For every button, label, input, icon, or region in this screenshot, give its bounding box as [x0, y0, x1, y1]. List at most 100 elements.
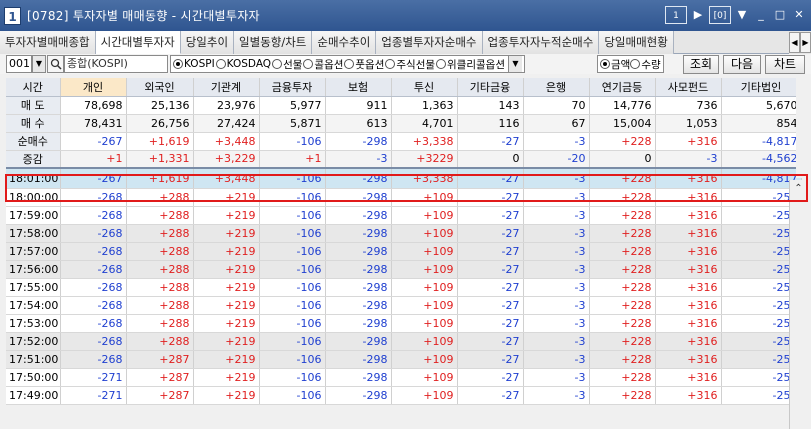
summary-cell: 78,431: [60, 114, 127, 133]
tab-scroll-left-icon[interactable]: ◀: [789, 32, 800, 53]
next-window-icon[interactable]: ▶: [690, 6, 706, 24]
table-row[interactable]: 17:52:00 -268 +288 +219 -106 -298 +109 -27 -3 +22…: [6, 332, 802, 351]
menu-down-icon[interactable]: ▼: [734, 6, 750, 24]
table-row[interactable]: 17:49:00 -271 +287 +219 -106 -298 +109 -27 -3 +22…: [6, 386, 802, 405]
column-header-0[interactable]: 시간: [6, 78, 61, 97]
summary-cell: 70: [523, 96, 590, 115]
index-code-input[interactable]: 001: [6, 55, 32, 73]
table-row[interactable]: 17:59:00 -268 +288 +219 -106 -298 +109 -27 -3 +22…: [6, 206, 802, 225]
value-cell: -267: [60, 167, 127, 189]
radio-icon[interactable]: [436, 59, 447, 69]
tab-3[interactable]: 일별동향/차트: [234, 31, 313, 54]
market-dropdown-icon[interactable]: ▼: [507, 56, 522, 72]
column-header-1[interactable]: 개인: [60, 78, 127, 97]
table-row[interactable]: 17:55:00 -268 +288 +219 -106 -298 +109 -27 -3 +22…: [6, 278, 802, 297]
summary-cell: 0: [457, 150, 524, 169]
vertical-scrollbar[interactable]: ⌃: [789, 180, 807, 429]
summary-label: 매 도: [6, 96, 61, 115]
table-row[interactable]: 17:57:00 -268 +288 +219 -106 -298 +109 -27 -3 +22…: [6, 242, 802, 261]
summary-cell: 911: [325, 96, 392, 115]
minimize-icon[interactable]: _: [753, 6, 769, 24]
summary-cell: +3,338: [391, 132, 458, 151]
tab-5[interactable]: 업종별투자자순매수: [376, 31, 483, 54]
close-icon[interactable]: ✕: [791, 6, 807, 24]
tab-scroll-right-icon[interactable]: ▶: [800, 32, 811, 53]
value-cell: +287: [126, 350, 194, 369]
radio-icon[interactable]: [600, 59, 610, 69]
table-row[interactable]: 17:58:00 -268 +288 +219 -106 -298 +109 -27 -3 +22…: [6, 224, 802, 243]
value-cell: -298: [325, 242, 392, 261]
market-option-6[interactable]: 위클리콜옵션: [436, 57, 505, 72]
table-row[interactable]: 17:53:00 -268 +288 +219 -106 -298 +109 -27 -3 +22…: [6, 314, 802, 333]
summary-cell: -298: [325, 132, 392, 151]
market-option-5[interactable]: 주식선물: [385, 57, 435, 72]
summary-cell: -4,562: [721, 150, 802, 169]
column-header-2[interactable]: 외국인: [126, 78, 194, 97]
radio-icon[interactable]: [272, 59, 283, 69]
column-header-4[interactable]: 금융투자: [259, 78, 326, 97]
column-header-8[interactable]: 은행: [523, 78, 590, 97]
radio-icon[interactable]: [385, 59, 396, 69]
radio-icon[interactable]: [630, 59, 641, 69]
radio-icon[interactable]: [173, 59, 183, 69]
time-cell: 18:01:00: [6, 167, 61, 189]
summary-cell: +1: [60, 150, 127, 169]
summary-row: 매 수 78,431 26,756 27,424 5,871 613 4,701 116 67 1…: [6, 114, 802, 133]
column-header-9[interactable]: 연기금등: [589, 78, 656, 97]
market-option-1[interactable]: KOSDAQ: [215, 58, 271, 70]
summary-cell: 613: [325, 114, 392, 133]
table-row[interactable]: 18:00:00 -268 +288 +219 -106 -298 +109 -27 -3 +22…: [6, 188, 802, 207]
tab-2[interactable]: 당일추이: [180, 31, 235, 54]
radio-icon[interactable]: [344, 59, 355, 69]
query-button[interactable]: 조회: [683, 55, 719, 74]
next-button[interactable]: 다음: [723, 55, 761, 74]
chart-button[interactable]: 차트: [765, 55, 805, 74]
unit-option-1[interactable]: 수량: [630, 57, 661, 72]
tab-0[interactable]: 투자자별매매종합: [0, 31, 96, 54]
time-cell: 17:49:00: [6, 386, 61, 405]
window-number-box[interactable]: 1: [665, 6, 687, 24]
column-header-3[interactable]: 기관계: [193, 78, 260, 97]
unit-option-0[interactable]: 금액: [600, 57, 630, 72]
tab-7[interactable]: 당일매매현황: [599, 31, 674, 54]
table-row-selected[interactable]: 18:01:00 -267 +1,619 +3,448 -106 -298 +3,338 -2…: [6, 167, 802, 189]
code-dropdown-icon[interactable]: ▼: [32, 55, 46, 73]
maximize-icon[interactable]: □: [772, 6, 788, 24]
tab-scroll-nav: ◀ ▶: [789, 31, 811, 54]
value-cell: +228: [589, 206, 656, 225]
value-cell: +219: [193, 242, 260, 261]
summary-cell: +3,448: [193, 132, 260, 151]
market-option-label: 주식선물: [396, 58, 436, 71]
column-header-11[interactable]: 기타법인: [721, 78, 802, 97]
summary-cell: 1,363: [391, 96, 458, 115]
tab-4[interactable]: 순매수추이: [312, 31, 377, 54]
table-row[interactable]: 17:54:00 -268 +288 +219 -106 -298 +109 -27 -3 +22…: [6, 296, 802, 315]
tab-6[interactable]: 업종투자자누적순매수: [482, 31, 600, 54]
market-option-0[interactable]: KOSPI: [173, 58, 215, 70]
column-header-7[interactable]: 기타금융: [457, 78, 524, 97]
column-header-6[interactable]: 투신: [391, 78, 458, 97]
summary-cell: 67: [523, 114, 590, 133]
column-header-5[interactable]: 보험: [325, 78, 392, 97]
table-row[interactable]: 17:51:00 -268 +287 +219 -106 -298 +109 -27 -3 +22…: [6, 350, 802, 369]
column-header-10[interactable]: 사모펀드: [655, 78, 722, 97]
market-option-3[interactable]: 콜옵션: [303, 57, 343, 72]
market-option-4[interactable]: 풋옵션: [344, 57, 384, 72]
market-option-2[interactable]: 선물: [272, 57, 302, 72]
summary-cell: 854: [721, 114, 802, 133]
radio-icon[interactable]: [215, 59, 226, 69]
search-icon[interactable]: [47, 55, 64, 73]
tab-1[interactable]: 시간대별투자자: [95, 31, 181, 54]
scroll-up-icon[interactable]: ⌃: [790, 180, 807, 197]
summary-cell: +1,619: [126, 132, 194, 151]
value-cell: -298: [325, 314, 392, 333]
value-cell: +288: [126, 242, 194, 261]
time-cell: 17:53:00: [6, 314, 61, 333]
value-cell: +219: [193, 314, 260, 333]
table-row[interactable]: 17:50:00 -271 +287 +219 -106 -298 +109 -27 -3 +22…: [6, 368, 802, 387]
radio-icon[interactable]: [303, 59, 314, 69]
link-group-box[interactable]: [0]: [709, 6, 731, 24]
value-cell: +228: [589, 242, 656, 261]
table-row[interactable]: 17:56:00 -268 +288 +219 -106 -298 +109 -27 -3 +22…: [6, 260, 802, 279]
unit-option-label: 수량: [641, 58, 661, 71]
